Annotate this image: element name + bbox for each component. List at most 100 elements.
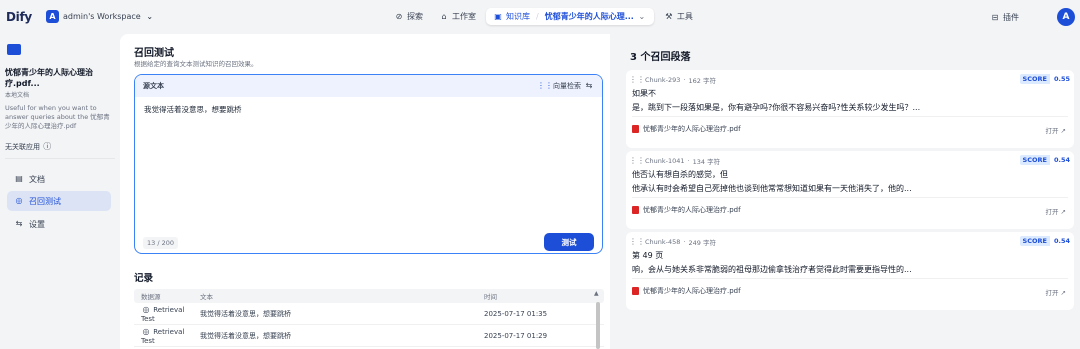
file-name: 忧郁青少年的人际心理治疗.pdf (643, 125, 741, 133)
target-icon: ◎ (142, 326, 150, 336)
score-badge: SCORE 0.54 (1019, 236, 1074, 246)
table-row[interactable]: ◎ Retrieval Test 我觉得活着没意思，想要跳桥 2025-07-1… (134, 325, 604, 347)
file-name: 忧郁青少年的人际心理治疗.pdf (643, 206, 741, 214)
compass-icon: ⊘ (395, 11, 403, 21)
page-title: 召回测试 (134, 48, 174, 59)
dataset-title: 忧郁青少年的人际心理治疗.pdf... (5, 68, 93, 88)
results-panel: 3 个召回段落 ⋮⋮ Chunk-293 · 162 字符 SCORE 0.55… (616, 34, 1080, 349)
target-icon: ◎ (142, 304, 150, 314)
plugin-icon: ⊟ (991, 12, 999, 22)
sidebar-item-settings[interactable]: ⇆ 设置 (7, 214, 111, 234)
user-avatar[interactable]: A (1057, 8, 1075, 26)
score-value: 0.54 (1049, 155, 1074, 165)
result-card[interactable]: ⋮⋮ Chunk-458 · 249 字符 SCORE 0.54 第 49 页 … (626, 232, 1074, 310)
open-link[interactable]: 打开 ↗ (1045, 206, 1066, 216)
open-link[interactable]: 打开 ↗ (1045, 287, 1066, 297)
row-time: 2025-07-17 01:35 (484, 309, 548, 318)
plugins-button[interactable]: ⊟ 插件 (990, 12, 1019, 23)
chunk-text-line2: 响，会从与她关系非常脆弱的祖母那边偷拿钱治疗者觉得此时需要更指导性的... (632, 265, 912, 274)
meta-sep: · (687, 157, 690, 165)
table-header: 数据源 文本 时间 (134, 289, 604, 303)
chunk-id: Chunk-458 (645, 238, 681, 246)
chunk-text-line2: 是，跳到下一段落如果是，你有避孕吗?你很不容易兴奋吗?性关系较少发生吗？... (632, 103, 921, 112)
vector-search-toggle[interactable]: ⋮⋮ 向量检索 ⇆ (537, 81, 594, 91)
retrieval-test-panel: 召回测试 根据给定的查询文本测试知识的召回效果。 源文本 ⋮⋮ 向量检索 ⇆ 我… (120, 34, 610, 349)
source-label: 源文本 (143, 82, 164, 90)
dataset-subtitle: 本地文档 (5, 92, 30, 99)
vector-search-label: 向量检索 (553, 82, 581, 90)
sidebar-item-documents[interactable]: ▤ 文档 (7, 169, 111, 189)
source-file: 忧郁青少年的人际心理治疗.pdf (632, 124, 741, 134)
sidebar-item-retrieval-test[interactable]: ◎ 召回测试 (7, 191, 111, 211)
nav-knowledge-label: 知识库 (506, 12, 530, 21)
grid-icon: ⋮⋮ (629, 75, 645, 84)
info-icon[interactable]: ⓘ (42, 142, 52, 152)
char-counter: 13 / 200 (143, 237, 179, 249)
chunk-chars: 134 字符 (692, 158, 721, 166)
tools-icon: ⚒ (665, 11, 673, 21)
results-title: 3 个召回段落 (630, 52, 691, 63)
score-label: SCORE (1019, 155, 1050, 165)
scroll-up-arrow[interactable]: ▲ (594, 290, 599, 297)
dify-logo[interactable]: Dify (6, 10, 32, 24)
card-divider (632, 116, 1068, 117)
row-text: 我觉得活着没意思，想要跳桥 (200, 331, 291, 340)
target-icon: ◎ (15, 196, 23, 205)
nav-studio[interactable]: ⌂ 工作室 (433, 8, 482, 25)
char-count: 13 (147, 239, 156, 247)
char-max: 200 (161, 239, 175, 247)
score-badge: SCORE 0.55 (1019, 74, 1074, 84)
header-text: 文本 (200, 293, 213, 301)
chevron-down-icon[interactable]: ⌄ (637, 12, 647, 22)
workspace-name: admin's Workspace (63, 12, 141, 21)
sidebar-divider (5, 158, 115, 159)
open-label: 打开 (1045, 289, 1059, 297)
nav-tools[interactable]: ⚒ 工具 (658, 8, 699, 25)
pdf-icon (632, 206, 639, 214)
source-text-box[interactable]: 源文本 ⋮⋮ 向量检索 ⇆ 我觉得活着没意思，想要跳桥 13 / 200 测试 (134, 74, 603, 254)
nav-explore-label: 探索 (407, 12, 423, 21)
card-divider (632, 278, 1068, 279)
nav-tools-label: 工具 (676, 12, 693, 21)
table-row[interactable]: ◎ Retrieval Test 我觉得活着没意思，想要跳桥 2025-07-1… (134, 303, 604, 325)
nav-knowledge[interactable]: ▣ 知识库 / 忧郁青少年的人际心理... ⌄ (486, 8, 654, 25)
chunk-id: Chunk-293 (645, 76, 681, 84)
workspace-switcher[interactable]: A admin's Workspace ⌄ (46, 10, 155, 23)
row-source: ◎ Retrieval Test (134, 327, 200, 345)
chunk-chars: 162 字符 (688, 77, 716, 85)
query-input[interactable]: 我觉得活着没意思，想要跳桥 (144, 104, 242, 115)
grid-icon: ⋮⋮ (629, 156, 645, 165)
header-source: 数据源 (141, 293, 161, 301)
records-scrollbar[interactable] (596, 302, 600, 349)
chunk-meta: ⋮⋮ Chunk-1041 · 134 字符 (629, 156, 721, 167)
test-button[interactable]: 测试 (544, 233, 594, 251)
chunk-text-line1: 他否认有想自杀的感觉，但 (632, 170, 728, 179)
no-linked-app-label: 无关联应用 (5, 143, 40, 151)
nav-studio-label: 工作室 (452, 12, 476, 21)
pdf-icon (632, 287, 639, 295)
current-kb-name[interactable]: 忧郁青少年的人际心理... (545, 11, 634, 22)
source-header: 源文本 ⋮⋮ 向量检索 ⇆ (135, 75, 602, 97)
page-description: 根据给定的查询文本测试知识的召回效果。 (134, 60, 258, 68)
sidebar-item-label: 设置 (29, 219, 45, 229)
row-text: 我觉得活着没意思，想要跳桥 (200, 309, 291, 318)
external-link-icon: ↗ (1060, 127, 1066, 135)
sidebar-item-label: 召回测试 (29, 196, 61, 206)
switch-icon: ⇆ (585, 81, 593, 90)
source-file: 忧郁青少年的人际心理治疗.pdf (632, 286, 741, 296)
open-link[interactable]: 打开 ↗ (1045, 125, 1066, 135)
result-card[interactable]: ⋮⋮ Chunk-1041 · 134 字符 SCORE 0.54 他否认有想自… (626, 151, 1074, 229)
main-nav: ⊘ 探索 ⌂ 工作室 ▣ 知识库 / 忧郁青少年的人际心理... ⌄ ⚒ 工具 (388, 8, 699, 25)
external-link-icon: ↗ (1060, 208, 1066, 216)
nav-explore[interactable]: ⊘ 探索 (388, 8, 429, 25)
nav-separator: / (536, 12, 539, 21)
result-card[interactable]: ⋮⋮ Chunk-293 · 162 字符 SCORE 0.55 如果不 是，跳… (626, 70, 1074, 148)
score-value: 0.55 (1049, 74, 1074, 84)
dataset-description: Useful for when you want to answer queri… (5, 104, 110, 130)
score-label: SCORE (1019, 236, 1050, 246)
records-title: 记录 (134, 273, 154, 284)
chunk-text-line1: 第 49 页 (632, 251, 664, 260)
chunk-meta: ⋮⋮ Chunk-293 · 162 字符 (629, 75, 716, 86)
row-time: 2025-07-17 01:29 (484, 331, 548, 340)
file-name: 忧郁青少年的人际心理治疗.pdf (643, 287, 741, 295)
